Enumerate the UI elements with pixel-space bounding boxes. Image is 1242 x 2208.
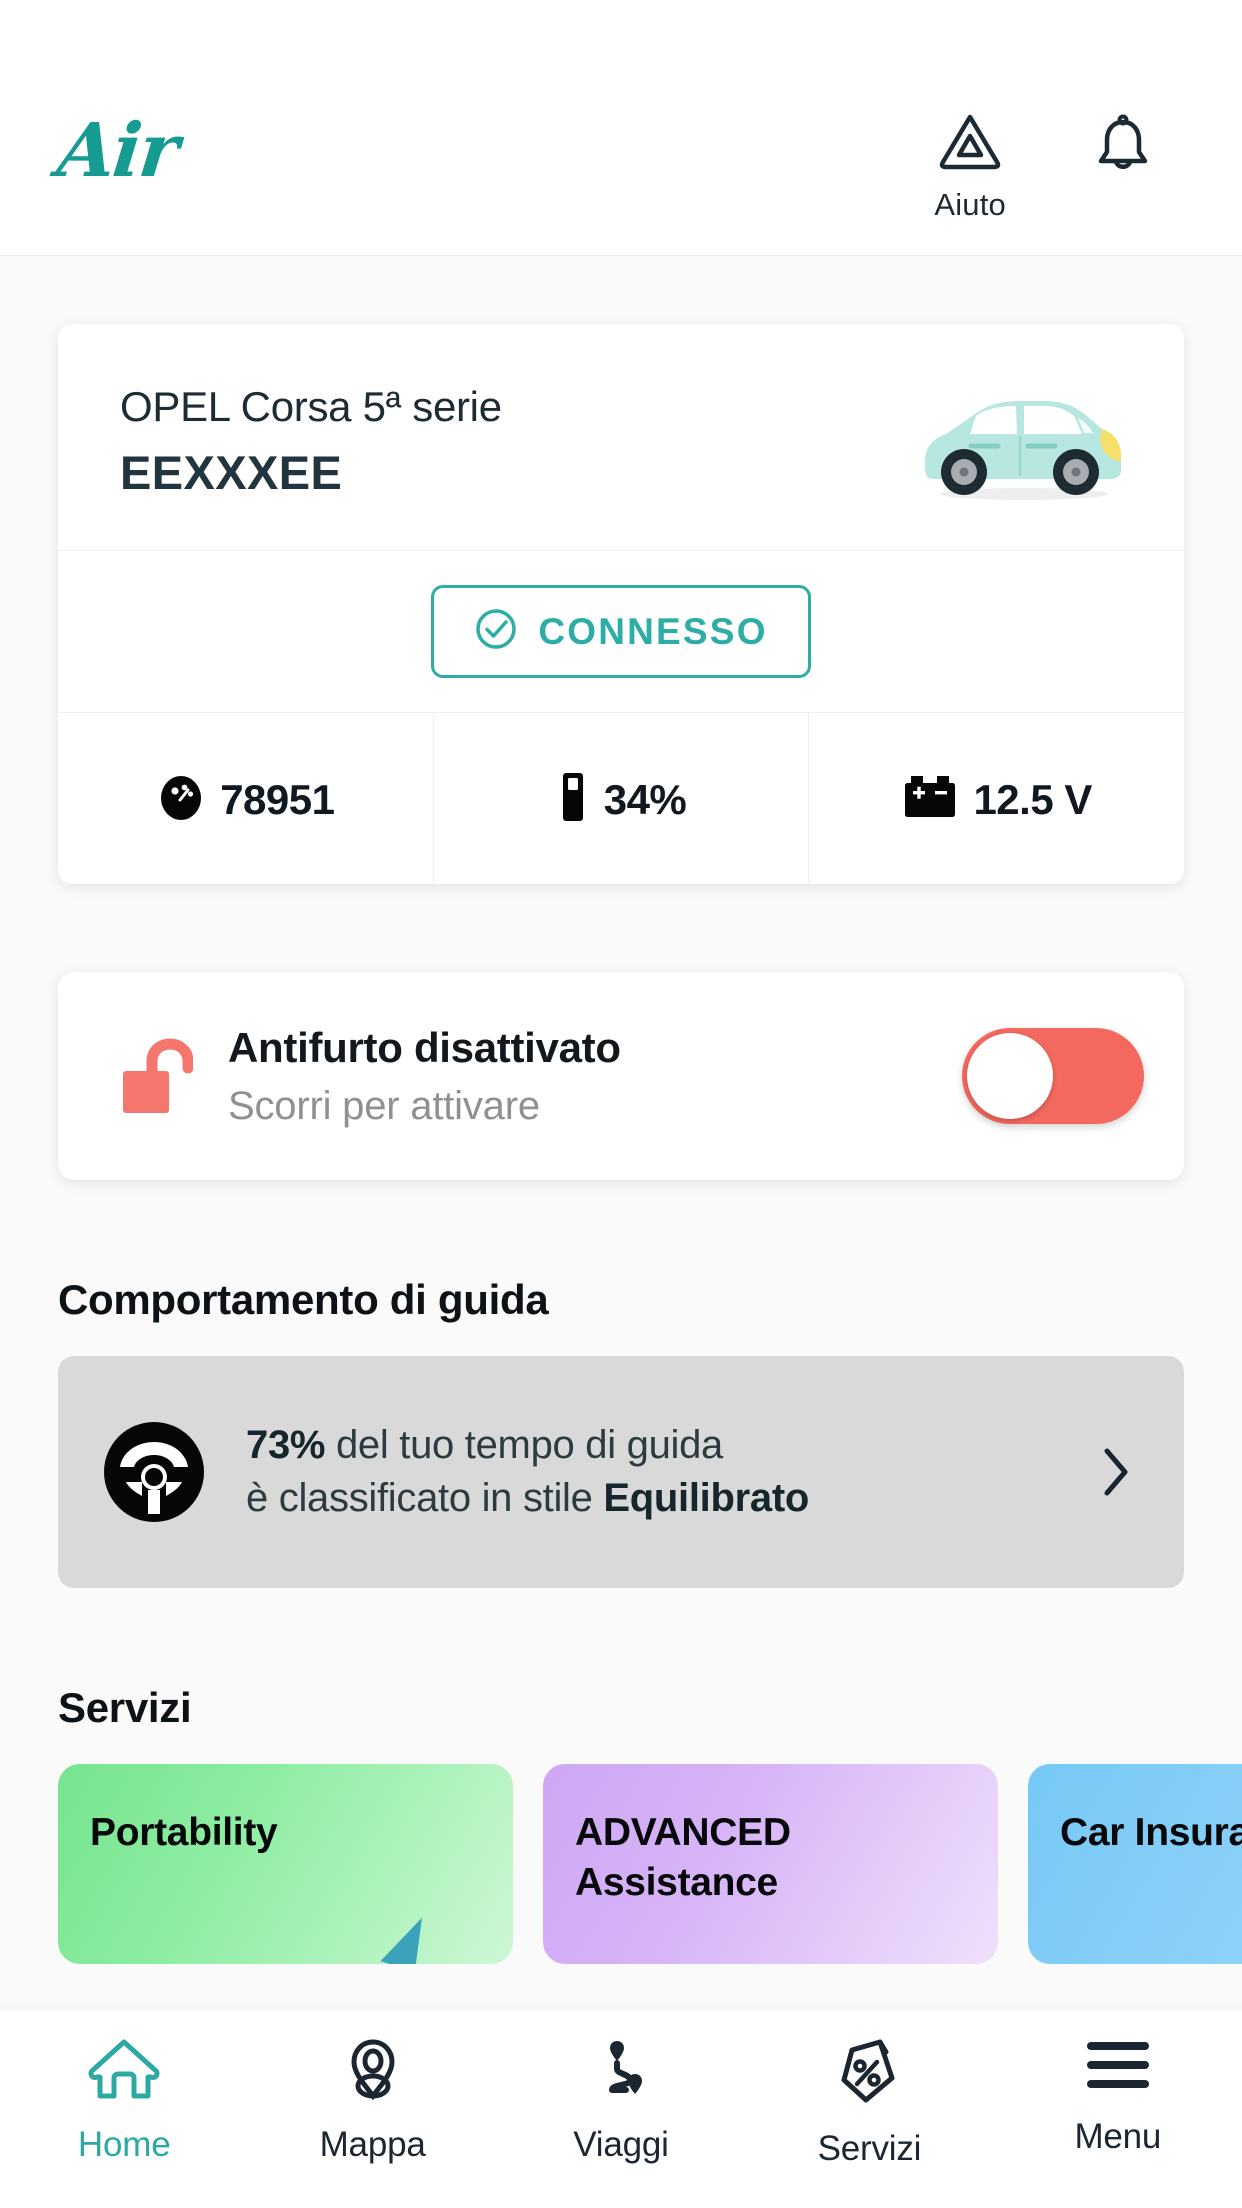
- bottom-navigation: Home Mappa Viaggi Servizi Menu: [0, 2010, 1242, 2208]
- service-card-car-insurance[interactable]: Car Insurance: [1028, 1764, 1242, 1964]
- nav-label-menu: Menu: [1074, 2117, 1162, 2156]
- stat-fuel: 34%: [432, 713, 809, 884]
- header-actions: Aiuto: [934, 112, 1156, 223]
- home-icon: [88, 2036, 160, 2107]
- fuel-value: 34%: [603, 775, 687, 823]
- stat-odometer: 78951: [58, 713, 433, 884]
- bell-icon: [1090, 112, 1156, 183]
- driving-section-title: Comportamento di guida: [58, 1276, 549, 1323]
- connection-status-row: CONNESSO: [58, 551, 1184, 713]
- antitheft-toggle[interactable]: [962, 1028, 1144, 1124]
- vehicle-plate: EEXXXEE: [120, 445, 343, 499]
- odometer-value: 78951: [220, 775, 335, 823]
- vehicle-header: OPEL Corsa 5ª serie EEXXXEE: [58, 324, 1184, 551]
- app-logo: Air: [53, 108, 182, 194]
- unlocked-padlock-icon: [110, 1035, 202, 1117]
- help-label: Aiuto: [934, 187, 1006, 222]
- connection-status-badge[interactable]: CONNESSO: [431, 585, 811, 678]
- toggle-knob: [967, 1033, 1053, 1119]
- services-section-title: Servizi: [58, 1684, 192, 1731]
- antitheft-card[interactable]: Antifurto disattivato Scorri per attivar…: [58, 972, 1184, 1180]
- nav-item-home[interactable]: Home: [0, 2036, 248, 2165]
- nav-label-servizi: Servizi: [817, 2129, 922, 2168]
- nav-label-mappa: Mappa: [319, 2125, 426, 2164]
- driving-line2-prefix: è classificato in stile: [246, 1476, 604, 1520]
- driving-line-1: 73% del tuo tempo di guida: [246, 1419, 1094, 1472]
- car-side-illustration: [924, 401, 1121, 500]
- nav-item-mappa[interactable]: Mappa: [248, 2036, 496, 2165]
- driving-summary: 73% del tuo tempo di guida è classificat…: [206, 1419, 1094, 1525]
- steering-wheel-icon: [102, 1420, 206, 1524]
- vehicle-stats-row: 78951 34% 12.5 V: [58, 713, 1184, 884]
- stat-battery: 12.5 V: [808, 713, 1184, 884]
- vehicle-identity: OPEL Corsa 5ª serie EEXXXEE: [120, 383, 502, 500]
- app-screen: Air Aiuto OPEL Corsa 5ª serie EEXXXEE CO…: [0, 0, 1242, 2208]
- battery-icon: [901, 773, 959, 826]
- driving-percent: 73%: [246, 1423, 326, 1468]
- antitheft-title: Antifurto disattivato: [228, 1023, 621, 1071]
- chevron-right-icon[interactable]: [1094, 1446, 1138, 1498]
- hamburger-icon: [1083, 2036, 1153, 2099]
- antitheft-subtitle: Scorri per attivare: [228, 1083, 540, 1128]
- connection-status-label: CONNESSO: [538, 610, 768, 652]
- scroll-body: OPEL Corsa 5ª serie EEXXXEE CONNESSO 789…: [0, 256, 1242, 2208]
- services-carousel[interactable]: Portability ADVANCED Assistance Car Insu…: [58, 1764, 1242, 1964]
- driving-behaviour-card[interactable]: 73% del tuo tempo di guida è classificat…: [58, 1356, 1184, 1588]
- driving-line-2: è classificato in stile Equilibrato: [246, 1472, 1094, 1525]
- nav-label-viaggi: Viaggi: [573, 2125, 669, 2164]
- nav-label-home: Home: [77, 2125, 171, 2164]
- warning-triangle-icon: [937, 112, 1003, 177]
- service-card-portability[interactable]: Portability: [58, 1764, 513, 1964]
- route-icon: [588, 2036, 654, 2107]
- tag-percent-icon: [836, 2036, 902, 2111]
- fuel-icon: [556, 771, 590, 828]
- nav-item-menu[interactable]: Menu: [994, 2036, 1242, 2157]
- map-pin-icon: [340, 2036, 406, 2107]
- notifications-button[interactable]: [1090, 112, 1156, 183]
- vehicle-model: OPEL Corsa 5ª serie: [120, 382, 502, 430]
- help-button[interactable]: Aiuto: [934, 112, 1006, 223]
- vehicle-card[interactable]: OPEL Corsa 5ª serie EEXXXEE CONNESSO 789…: [58, 324, 1184, 884]
- odometer-icon: [156, 772, 206, 827]
- service-card-advanced-assistance[interactable]: ADVANCED Assistance: [543, 1764, 998, 1964]
- battery-value: 12.5 V: [973, 775, 1092, 823]
- nav-item-servizi[interactable]: Servizi: [745, 2036, 993, 2169]
- driving-line1-rest: del tuo tempo di guida: [325, 1423, 723, 1468]
- nav-item-viaggi[interactable]: Viaggi: [497, 2036, 745, 2165]
- antitheft-text: Antifurto disattivato Scorri per attivar…: [202, 1024, 962, 1129]
- check-circle-icon: [474, 607, 518, 656]
- app-header: Air Aiuto: [0, 0, 1242, 256]
- driving-style: Equilibrato: [603, 1476, 809, 1520]
